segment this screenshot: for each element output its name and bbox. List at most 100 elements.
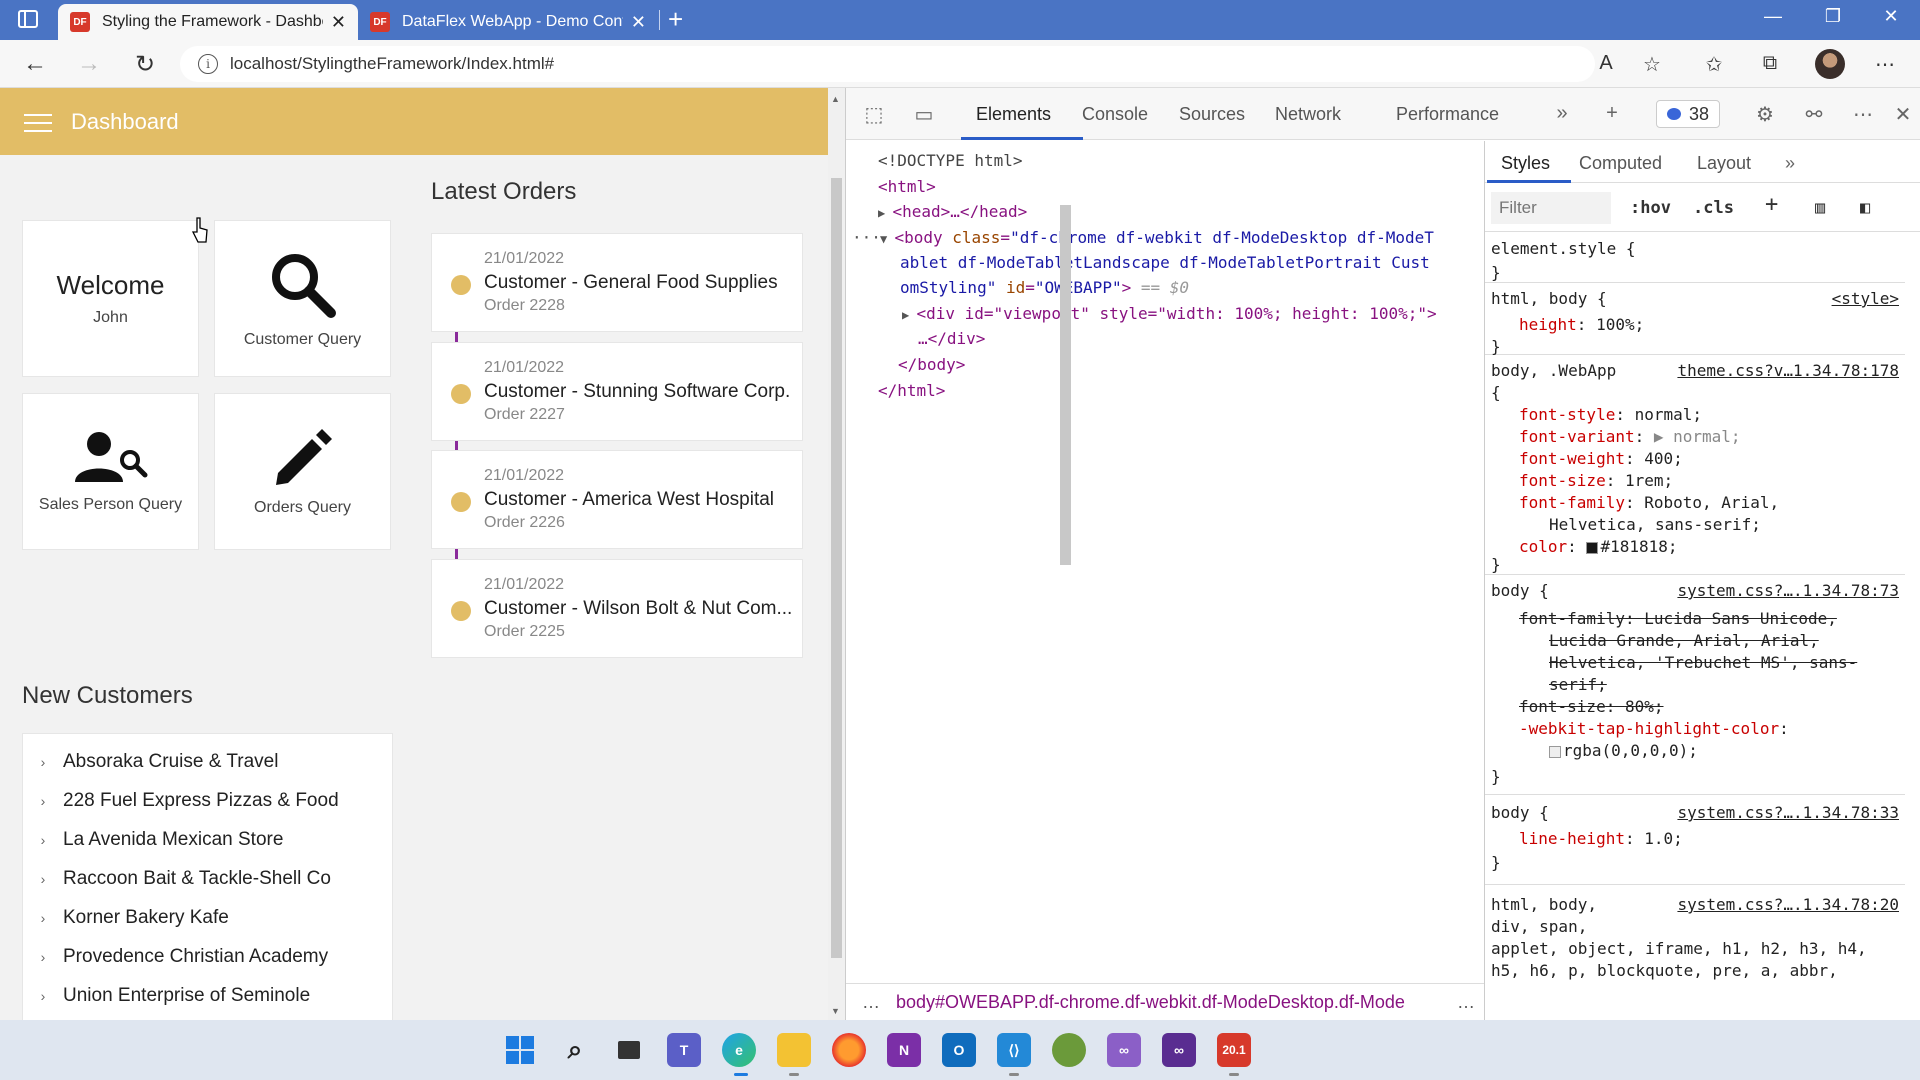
style-declaration[interactable]: color: #181818; xyxy=(1519,537,1678,556)
xbox-icon[interactable] xyxy=(1052,1033,1086,1067)
chevron-right-icon[interactable]: › xyxy=(23,754,63,770)
list-item[interactable]: › Union Enterprise of Seminole xyxy=(23,978,392,1014)
visual-studio-icon[interactable]: ∞ xyxy=(1107,1033,1141,1067)
profile-avatar[interactable] xyxy=(1815,49,1845,79)
rule-source-link[interactable]: theme.css?v…1.34.78:178 xyxy=(1677,361,1899,380)
tab-computed[interactable]: Computed xyxy=(1579,153,1662,174)
tab-actions-icon[interactable] xyxy=(18,10,38,28)
dom-html-open[interactable]: <html> xyxy=(878,177,936,196)
dom-html-close[interactable]: </html> xyxy=(878,381,945,400)
style-declaration[interactable]: line-height: 1.0; xyxy=(1519,829,1683,848)
windows-start-icon[interactable] xyxy=(503,1033,537,1067)
rule-source-link[interactable]: system.css?….1.34.78:20 xyxy=(1677,895,1899,914)
task-view-icon[interactable] xyxy=(612,1033,646,1067)
chevron-right-icon[interactable]: › xyxy=(23,949,63,965)
style-declaration[interactable]: font-family: Roboto, Arial, xyxy=(1519,493,1779,512)
rule-selector[interactable]: body { xyxy=(1491,803,1549,822)
tab-elements[interactable]: Elements xyxy=(976,104,1051,125)
firefox-icon[interactable] xyxy=(832,1033,866,1067)
breadcrumb-more-icon[interactable]: … xyxy=(1451,992,1481,1013)
more-tabs-icon[interactable]: » xyxy=(1785,153,1795,174)
dom-body-close[interactable]: </body> xyxy=(898,355,965,374)
style-declaration[interactable]: height: 100%; xyxy=(1519,315,1644,334)
scroll-down-icon[interactable]: ▼ xyxy=(831,1006,840,1016)
rule-selector[interactable]: element.style { xyxy=(1491,239,1636,258)
chevron-right-icon[interactable]: › xyxy=(23,832,63,848)
list-item[interactable]: › Absoraka Cruise & Travel xyxy=(23,744,392,780)
list-item[interactable]: › Raccoon Bait & Tackle-Shell Co xyxy=(23,861,392,897)
issues-badge[interactable]: 38 xyxy=(1656,100,1721,128)
outlook-icon[interactable]: O xyxy=(942,1033,976,1067)
style-declaration[interactable]: font-weight: 400; xyxy=(1519,449,1683,468)
expand-arrow-icon[interactable]: ▶ xyxy=(902,308,916,322)
styles-scrollbar[interactable] xyxy=(1056,145,1075,1025)
style-declaration[interactable]: -webkit-tap-highlight-color: xyxy=(1519,719,1789,738)
tab-network[interactable]: Network xyxy=(1275,104,1341,125)
info-icon[interactable]: i xyxy=(198,54,218,74)
order-card[interactable]: 21/01/2022 Customer - America West Hospi… xyxy=(431,450,803,549)
color-swatch[interactable] xyxy=(1586,541,1599,554)
tab-sources[interactable]: Sources xyxy=(1179,104,1245,125)
add-tool-icon[interactable]: + xyxy=(1598,102,1626,125)
toggle-sidebar-icon[interactable]: ◧ xyxy=(1860,198,1870,218)
settings-gear-icon[interactable]: ⚙ xyxy=(1751,102,1779,127)
chevron-right-icon[interactable]: › xyxy=(23,910,63,926)
tab-layout[interactable]: Layout xyxy=(1697,153,1751,174)
order-card[interactable]: 21/01/2022 Customer - Wilson Bolt & Nut … xyxy=(431,559,803,658)
refresh-icon[interactable]: ↻ xyxy=(130,50,160,79)
rule-selector[interactable]: body, .WebApp xyxy=(1491,361,1616,380)
menu-icon[interactable] xyxy=(24,114,52,132)
list-item[interactable]: › 228 Fuel Express Pizzas & Food xyxy=(23,783,392,819)
color-swatch[interactable] xyxy=(1549,745,1561,758)
restore-icon[interactable]: ❐ xyxy=(1818,6,1848,27)
close-tab-icon[interactable]: ✕ xyxy=(631,12,646,33)
new-tab-icon[interactable]: + xyxy=(668,4,683,34)
collapse-arrow-icon[interactable]: ▼ xyxy=(880,232,894,246)
overridden-declaration[interactable]: font-family: Lucida Sans Unicode, xyxy=(1519,609,1837,628)
overridden-declaration[interactable]: font-size: 80%; xyxy=(1519,697,1664,716)
customize-icon[interactable]: ⚯ xyxy=(1800,102,1828,127)
forward-icon[interactable]: → xyxy=(74,50,104,78)
favorite-add-icon[interactable]: ☆ xyxy=(1638,52,1666,77)
back-icon[interactable]: ← xyxy=(20,50,50,78)
more-tabs-icon[interactable]: » xyxy=(1548,102,1576,125)
scrollbar-thumb[interactable] xyxy=(831,178,842,958)
scrollbar-thumb[interactable] xyxy=(1060,205,1071,565)
teams-icon[interactable]: T xyxy=(667,1033,701,1067)
rule-selector[interactable]: body { xyxy=(1491,581,1549,600)
more-icon[interactable]: ⋯ xyxy=(1871,52,1899,77)
class-toggle-button[interactable]: .cls xyxy=(1693,198,1734,218)
rule-selector[interactable]: html, body, xyxy=(1491,895,1597,914)
chevron-right-icon[interactable]: › xyxy=(23,988,63,1004)
rule-source-link[interactable]: <style> xyxy=(1832,289,1899,308)
browser-tab-inactive[interactable]: DF DataFlex WebApp - Demo Contr ✕ xyxy=(358,4,658,40)
close-tab-icon[interactable]: ✕ xyxy=(331,12,346,33)
tab-performance[interactable]: Performance xyxy=(1396,104,1499,125)
more-options-icon[interactable]: ⋯ xyxy=(1849,102,1877,127)
collections-icon[interactable]: ⧉ xyxy=(1756,52,1784,75)
tab-console[interactable]: Console xyxy=(1082,104,1148,125)
chevron-right-icon[interactable]: › xyxy=(23,793,63,809)
close-window-icon[interactable]: ✕ xyxy=(1876,6,1906,27)
style-declaration[interactable]: font-style: normal; xyxy=(1519,405,1702,424)
rule-source-link[interactable]: system.css?….1.34.78:33 xyxy=(1677,803,1899,822)
url-field[interactable]: i localhost/StylingtheFramework/Index.ht… xyxy=(180,46,1595,82)
dom-viewport-close[interactable]: …</div> xyxy=(918,329,985,348)
visual-studio-preview-icon[interactable]: ∞ xyxy=(1162,1033,1196,1067)
app-scrollbar[interactable]: ▲ ▼ xyxy=(828,88,845,1020)
styles-filter-input[interactable] xyxy=(1491,192,1611,224)
dataflex-icon[interactable]: 20.1 xyxy=(1217,1033,1251,1067)
dom-viewport-div[interactable]: ▶ <div id="viewport" style="width: 100%;… xyxy=(902,304,1437,323)
order-card[interactable]: 21/01/2022 Customer - General Food Suppl… xyxy=(431,233,803,332)
orders-query-tile[interactable]: Orders Query xyxy=(214,393,391,550)
sales-person-query-tile[interactable]: Sales Person Query xyxy=(22,393,199,550)
read-aloud-icon[interactable]: A xyxy=(1592,52,1620,75)
style-declaration[interactable]: font-size: 1rem; xyxy=(1519,471,1673,490)
style-declaration[interactable]: font-variant: ▶ normal; xyxy=(1519,427,1741,446)
edge-icon[interactable]: e xyxy=(722,1033,756,1067)
customer-query-tile[interactable]: Customer Query xyxy=(214,220,391,377)
inspect-element-icon[interactable]: ⬚ xyxy=(860,102,888,127)
chevron-right-icon[interactable]: › xyxy=(23,871,63,887)
paint-brush-icon[interactable]: ▥ xyxy=(1815,198,1825,218)
favorites-icon[interactable]: ✩ xyxy=(1700,52,1728,77)
